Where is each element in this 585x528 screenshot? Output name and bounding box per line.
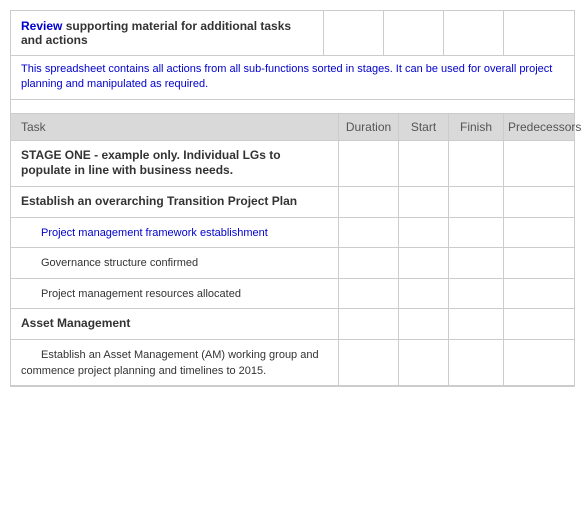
- stage-label: STAGE ONE - example only. Individual LGs…: [21, 148, 281, 178]
- subtask2-dur: [339, 248, 399, 278]
- subtask3-pred: [504, 279, 574, 309]
- stage-label-cell: STAGE ONE - example only. Individual LGs…: [11, 141, 339, 186]
- subtask4-dur: [339, 340, 399, 385]
- section1-start: [399, 187, 449, 217]
- section-label-cell-1: Establish an overarching Transition Proj…: [11, 187, 339, 217]
- spreadsheet-container: Review supporting material for additiona…: [10, 10, 575, 387]
- stage-dur: [339, 141, 399, 186]
- subtask4-finish: [449, 340, 504, 385]
- info-text: This spreadsheet contains all actions fr…: [21, 63, 552, 90]
- header-col-2: [384, 11, 444, 55]
- column-headers: Task Duration Start Finish Predecessors: [11, 114, 574, 141]
- header-col-3: [444, 11, 504, 55]
- subtask-row-1: Project management framework establishme…: [11, 218, 574, 249]
- subtask1-dur: [339, 218, 399, 248]
- section-row-2: Asset Management: [11, 309, 574, 340]
- stage-finish: [449, 141, 504, 186]
- subtask-label-1: Project management framework establishme…: [21, 227, 268, 239]
- subtask-row-3: Project management resources allocated: [11, 279, 574, 310]
- section-label-1: Establish an overarching Transition Proj…: [21, 194, 297, 208]
- subtask-cell-3: Project management resources allocated: [11, 279, 339, 309]
- section-label-cell-2: Asset Management: [11, 309, 339, 339]
- header-col-1: [324, 11, 384, 55]
- subtask-cell-1: Project management framework establishme…: [11, 218, 339, 248]
- col-task-header: Task: [11, 114, 339, 140]
- section2-finish: [449, 309, 504, 339]
- subtask-label-2: Governance structure confirmed: [21, 257, 198, 269]
- header-title: Review supporting material for additiona…: [11, 11, 324, 55]
- info-row: This spreadsheet contains all actions fr…: [11, 56, 574, 100]
- section1-pred: [504, 187, 574, 217]
- header-row: Review supporting material for additiona…: [11, 11, 574, 56]
- section-row-1: Establish an overarching Transition Proj…: [11, 187, 574, 218]
- subtask3-dur: [339, 279, 399, 309]
- subtask-label-4: Establish an Asset Management (AM) worki…: [21, 349, 319, 377]
- subtask-row-2: Governance structure confirmed: [11, 248, 574, 279]
- subtask2-finish: [449, 248, 504, 278]
- header-title-highlight: Review: [21, 19, 62, 33]
- section1-finish: [449, 187, 504, 217]
- section1-dur: [339, 187, 399, 217]
- subtask4-start: [399, 340, 449, 385]
- subtask-row-4: Establish an Asset Management (AM) worki…: [11, 340, 574, 386]
- subtask4-pred: [504, 340, 574, 385]
- stage-start: [399, 141, 449, 186]
- subtask1-start: [399, 218, 449, 248]
- subtask-cell-4: Establish an Asset Management (AM) worki…: [11, 340, 339, 385]
- section2-pred: [504, 309, 574, 339]
- col-start-header: Start: [399, 114, 449, 140]
- subtask1-pred: [504, 218, 574, 248]
- spacer-row: [11, 100, 574, 114]
- section-label-2: Asset Management: [21, 316, 130, 330]
- col-finish-header: Finish: [449, 114, 504, 140]
- subtask1-finish: [449, 218, 504, 248]
- subtask2-pred: [504, 248, 574, 278]
- subtask3-finish: [449, 279, 504, 309]
- section2-start: [399, 309, 449, 339]
- section2-dur: [339, 309, 399, 339]
- subtask-cell-2: Governance structure confirmed: [11, 248, 339, 278]
- header-col-4: [504, 11, 574, 55]
- col-pred-header: Predecessors: [504, 114, 574, 140]
- subtask-label-3: Project management resources allocated: [21, 288, 241, 300]
- subtask3-start: [399, 279, 449, 309]
- stage-pred: [504, 141, 574, 186]
- col-duration-header: Duration: [339, 114, 399, 140]
- subtask2-start: [399, 248, 449, 278]
- stage-row: STAGE ONE - example only. Individual LGs…: [11, 141, 574, 187]
- header-title-rest: supporting material for additional tasks…: [21, 19, 291, 47]
